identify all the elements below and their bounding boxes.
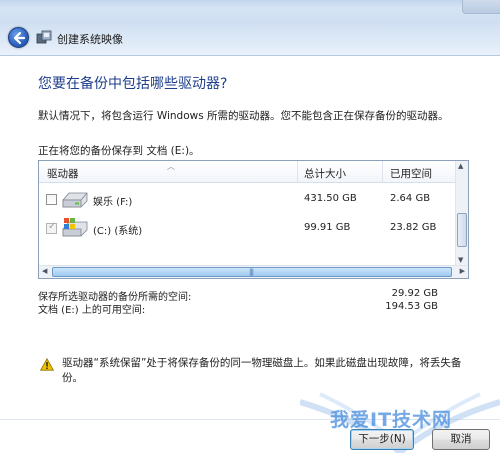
scroll-left-icon[interactable]: ◀: [42, 267, 47, 275]
checkmark-icon: ✓: [48, 221, 57, 232]
hard-drive-icon: [62, 192, 88, 208]
drive-total-size: 431.50 GB: [304, 193, 357, 204]
drive-checkbox: ✓: [46, 221, 57, 234]
column-divider: [297, 161, 298, 182]
scroll-right-icon[interactable]: ▶: [460, 267, 465, 275]
windows-drive-icon: [62, 218, 88, 237]
drive-used-space: 2.64 GB: [390, 193, 431, 204]
drive-list[interactable]: ︿ 驱动器 总计大小 已用空间 娱乐 (F:) 431.50 GB 2.64 G…: [38, 160, 469, 279]
warning-icon: [40, 358, 54, 371]
horizontal-scrollbar[interactable]: ◀ ||| ▶: [39, 265, 468, 278]
window-title: 创建系统映像: [57, 33, 123, 46]
horizontal-scroll-thumb[interactable]: |||: [52, 267, 452, 277]
drive-name: 娱乐 (F:): [93, 197, 133, 208]
cancel-button[interactable]: 取消: [432, 429, 490, 450]
title-bar: 创建系统映像: [0, 0, 500, 56]
grip-icon: |||: [249, 268, 254, 276]
warning-message: 驱动器“系统保留”处于将保存备份的同一物理磁盘上。如果此磁盘出现故障，将丢失备份…: [62, 357, 462, 384]
window-frame: [0, 0, 500, 8]
required-space-value: 29.92 GB: [391, 288, 438, 299]
page-description: 默认情况下，将包含运行 Windows 所需的驱动器。您不能包含正在保存备份的驱…: [38, 110, 449, 122]
sort-indicator-icon: ︿: [167, 162, 175, 171]
column-total-size[interactable]: 总计大小: [304, 166, 346, 181]
scroll-down-icon[interactable]: ▼: [458, 256, 463, 264]
column-divider: [382, 161, 383, 182]
available-space-value: 194.53 GB: [385, 301, 438, 312]
backup-icon: [36, 30, 52, 44]
available-space-label: 文档 (E:) 上的可用空间:: [38, 305, 146, 316]
column-drive[interactable]: 驱动器: [47, 166, 79, 181]
list-item[interactable]: 娱乐 (F:) 431.50 GB 2.64 GB: [39, 185, 457, 213]
drive-used-space: 23.82 GB: [390, 222, 437, 233]
drive-list-header: ︿ 驱动器 总计大小 已用空间: [39, 161, 468, 183]
vertical-scroll-thumb[interactable]: [457, 213, 467, 247]
list-item[interactable]: ✓ (C:) (系统) 99.91 GB 23.82 GB: [39, 214, 457, 242]
drive-checkbox[interactable]: [46, 194, 57, 205]
watermark-text: 我爱IT技术网: [330, 409, 453, 431]
scroll-up-icon[interactable]: ▲: [458, 162, 463, 170]
back-button[interactable]: [8, 27, 29, 48]
vertical-scrollbar[interactable]: ▲ ▼: [455, 161, 468, 265]
drive-name: (C:) (系统): [93, 226, 143, 237]
column-used-space[interactable]: 已用空间: [390, 166, 432, 181]
close-button[interactable]: [462, 0, 500, 14]
backup-destination-text: 正在将您的备份保存到 文档 (E:)。: [38, 145, 200, 157]
next-button[interactable]: 下一步(N): [350, 429, 414, 450]
drive-total-size: 99.91 GB: [304, 222, 351, 233]
back-arrow-icon: [13, 31, 26, 45]
page-heading: 您要在备份中包括哪些驱动器?: [38, 76, 228, 92]
